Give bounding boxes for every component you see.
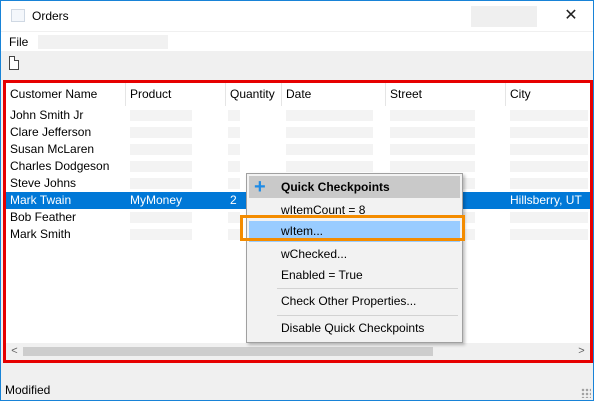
status-text: Modified (5, 383, 51, 397)
plus-icon: + (254, 176, 266, 198)
cell-placeholder (286, 144, 373, 155)
cell-placeholder (228, 212, 240, 223)
cell-placeholder (130, 127, 192, 138)
cell-customer: John Smith Jr (10, 108, 84, 122)
column-header-product[interactable]: Product (126, 83, 226, 106)
cell-placeholder (510, 127, 588, 138)
menu-item-witem[interactable]: wItem... (249, 221, 460, 242)
status-bar: Modified (1, 380, 593, 400)
menu-item-label: Enabled = True (281, 268, 363, 282)
menu-item-enabled[interactable]: Enabled = True (249, 265, 460, 286)
cell-customer: Mark Smith (10, 227, 71, 241)
cell-placeholder (228, 229, 240, 240)
cell-placeholder (510, 229, 588, 240)
title-bar: Orders ✕ (1, 1, 593, 31)
cell-customer: Charles Dodgeson (10, 159, 110, 173)
cell-placeholder (390, 161, 475, 172)
menu-item-label: wItem... (281, 224, 324, 238)
cell-placeholder (228, 110, 240, 121)
menu-item-label: wChecked... (281, 247, 348, 261)
scroll-left-icon[interactable]: < (6, 343, 23, 360)
menu-separator (277, 288, 458, 289)
cell-placeholder (286, 127, 373, 138)
cell-placeholder (286, 161, 373, 172)
cell-product: MyMoney (130, 193, 183, 207)
cell-placeholder (228, 144, 240, 155)
column-header-date[interactable]: Date (282, 83, 386, 106)
quick-checkpoints-menu: + Quick Checkpoints wItemCount = 8 wItem… (246, 173, 463, 343)
close-icon[interactable]: ✕ (557, 5, 585, 27)
title-placeholder (471, 6, 537, 27)
cell-customer: Mark Twain (10, 193, 72, 207)
column-header-street[interactable]: Street (386, 83, 506, 106)
menu-header-label: Quick Checkpoints (281, 180, 390, 194)
new-document-icon[interactable] (9, 56, 19, 70)
cell-placeholder (130, 144, 192, 155)
cell-placeholder (228, 161, 240, 172)
menu-item-check-other-properties[interactable]: Check Other Properties... (249, 291, 460, 312)
cell-customer: Steve Johns (10, 176, 77, 190)
toolbar (1, 52, 593, 78)
cell-customer: Susan McLaren (10, 142, 95, 156)
cell-placeholder (510, 161, 588, 172)
cell-placeholder (286, 110, 373, 121)
menu-item-label: Check Other Properties... (281, 294, 417, 308)
cell-placeholder (228, 178, 240, 189)
cell-placeholder (510, 178, 588, 189)
column-header-quantity[interactable]: Quantity (226, 83, 282, 106)
cell-placeholder (228, 127, 240, 138)
cell-placeholder (130, 178, 192, 189)
size-grip-icon[interactable] (581, 388, 591, 398)
table-row[interactable]: Clare Jefferson (6, 124, 590, 141)
scroll-right-icon[interactable]: > (573, 343, 590, 360)
app-icon (11, 9, 25, 22)
table-row[interactable]: Susan McLaren (6, 141, 590, 158)
cell-customer: Bob Feather (10, 210, 77, 224)
menu-header: + Quick Checkpoints (249, 176, 460, 198)
table-row[interactable]: John Smith Jr (6, 107, 590, 124)
cell-placeholder (390, 127, 475, 138)
column-header-city[interactable]: City (506, 83, 590, 106)
menu-placeholder (38, 35, 168, 49)
orders-window: Orders ✕ File Customer Name Product Quan… (0, 0, 594, 401)
cell-customer: Clare Jefferson (10, 125, 92, 139)
cell-placeholder (130, 212, 192, 223)
menu-file[interactable]: File (9, 35, 28, 49)
scroll-thumb[interactable] (23, 347, 433, 356)
cell-placeholder (390, 110, 475, 121)
list-header: Customer Name Product Quantity Date Stre… (6, 83, 590, 106)
horizontal-scrollbar[interactable]: < > (6, 343, 590, 360)
menu-item-disable-quick-checkpoints[interactable]: Disable Quick Checkpoints (249, 318, 460, 339)
cell-placeholder (390, 144, 475, 155)
menu-separator (277, 315, 458, 316)
cell-placeholder (130, 161, 192, 172)
cell-placeholder (510, 212, 588, 223)
menu-bar: File (1, 32, 593, 51)
cell-placeholder (130, 110, 192, 121)
cell-placeholder (510, 144, 588, 155)
cell-placeholder (130, 229, 192, 240)
menu-item-witemcount[interactable]: wItemCount = 8 (249, 200, 460, 221)
column-header-customer-name[interactable]: Customer Name (6, 83, 126, 106)
menu-item-wchecked[interactable]: wChecked... (249, 244, 460, 265)
window-title: Orders (32, 9, 69, 23)
cell-city: Hillsberry, UT (510, 193, 582, 207)
menu-item-label: Disable Quick Checkpoints (281, 321, 425, 335)
menu-item-label: wItemCount = 8 (281, 203, 366, 217)
cell-placeholder (510, 110, 588, 121)
